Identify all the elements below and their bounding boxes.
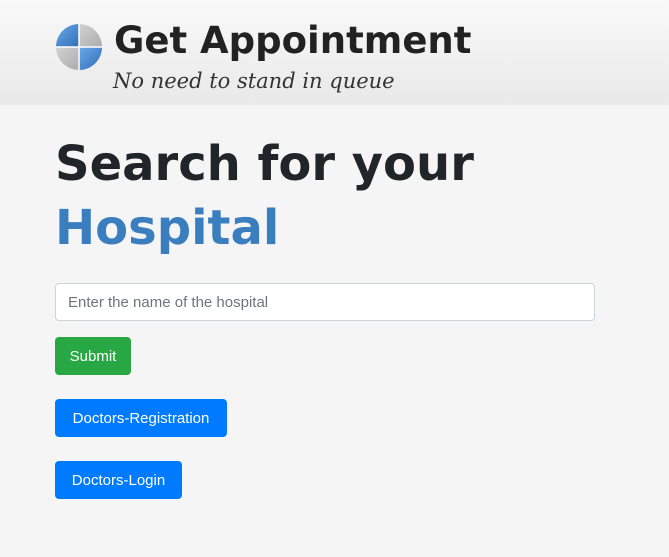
page-header: Get Appointment No need to stand in queu… bbox=[0, 0, 669, 105]
app-title: Get Appointment bbox=[114, 19, 472, 62]
globe-logo-icon bbox=[56, 24, 102, 70]
page-heading: Search for your Hospital bbox=[55, 132, 474, 260]
hospital-search-input[interactable] bbox=[55, 283, 595, 321]
submit-button[interactable]: Submit bbox=[55, 337, 131, 375]
app-tagline: No need to stand in queue bbox=[113, 69, 395, 93]
heading-line-1: Search for your bbox=[55, 136, 474, 192]
doctors-login-button[interactable]: Doctors-Login bbox=[55, 461, 182, 499]
doctors-registration-button[interactable]: Doctors-Registration bbox=[55, 399, 227, 437]
heading-accent-hospital: Hospital bbox=[55, 200, 280, 256]
